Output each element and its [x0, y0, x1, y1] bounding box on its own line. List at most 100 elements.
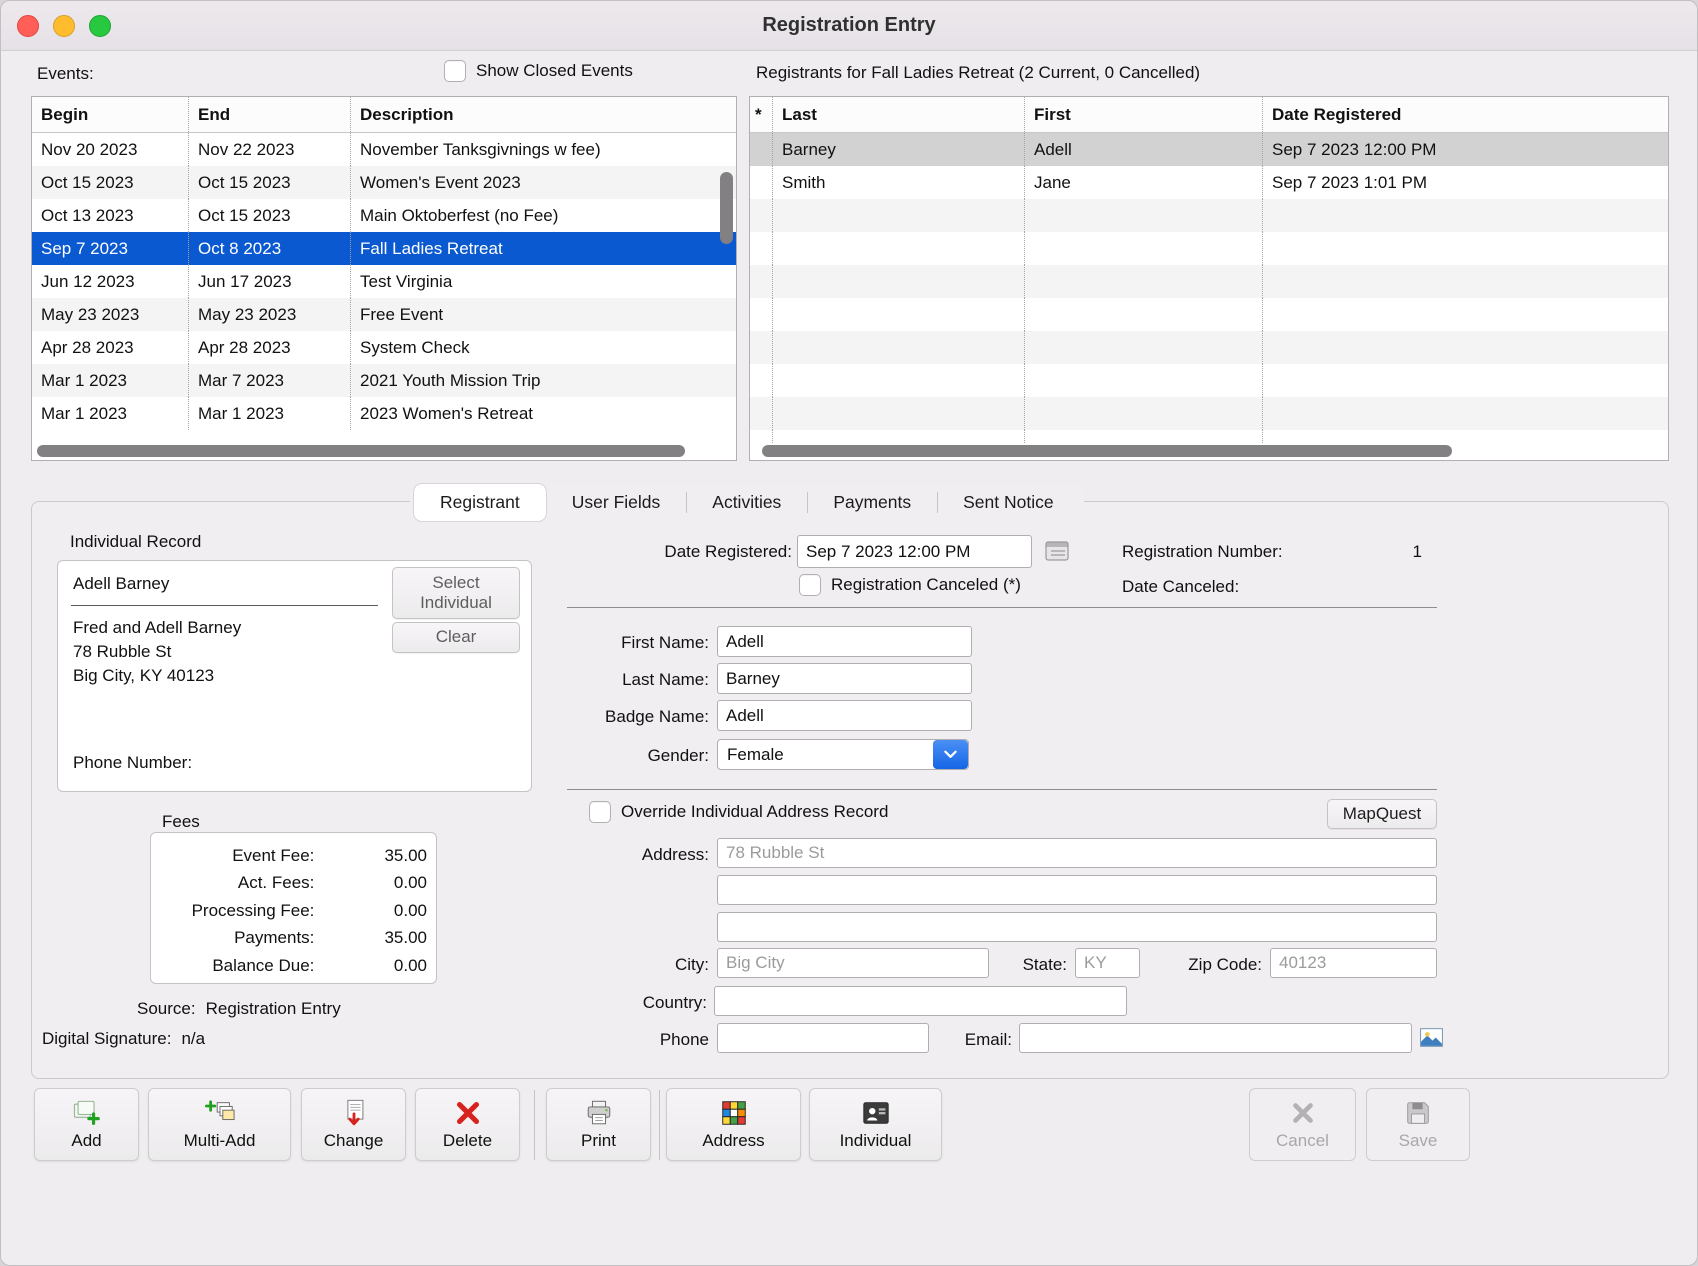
titlebar[interactable]: Registration Entry: [1, 1, 1697, 51]
save-button[interactable]: Save: [1366, 1088, 1470, 1161]
registrant-date-registered: Sep 7 2023 1:01 PM: [1262, 166, 1668, 199]
zoom-window-button[interactable]: [89, 15, 111, 37]
chevron-down-icon: [933, 740, 968, 769]
event-end-date: Oct 15 2023: [188, 166, 350, 199]
state-input[interactable]: [1075, 948, 1140, 978]
last-name-input[interactable]: [717, 663, 972, 694]
tab-user-fields[interactable]: User Fields: [546, 484, 687, 521]
registrant-row[interactable]: BarneyAdellSep 7 2023 12:00 PM: [750, 133, 1668, 166]
phone-input[interactable]: [717, 1023, 929, 1053]
registrants-table-body: BarneyAdellSep 7 2023 12:00 PMSmithJaneS…: [750, 133, 1668, 444]
registrant-empty-row: [750, 331, 1668, 364]
email-picture-icon[interactable]: [1419, 1025, 1444, 1050]
minimize-window-button[interactable]: [53, 15, 75, 37]
event-description: Women's Event 2023: [350, 166, 736, 199]
mapquest-button[interactable]: MapQuest: [1327, 799, 1437, 829]
events-table-body: Nov 20 2023Nov 22 2023November Tanksgivn…: [32, 133, 736, 444]
registration-canceled-checkbox[interactable]: [799, 574, 821, 596]
tab-activities[interactable]: Activities: [686, 484, 807, 521]
multi-add-button[interactable]: Multi-Add: [148, 1088, 291, 1161]
change-icon: [339, 1098, 369, 1128]
registrant-date-registered: [1262, 298, 1668, 331]
individual-button[interactable]: Individual: [809, 1088, 942, 1161]
event-row[interactable]: May 23 2023May 23 2023Free Event: [32, 298, 736, 331]
close-window-button[interactable]: [17, 15, 39, 37]
registrant-empty-row: [750, 232, 1668, 265]
registrant-first-name: [1024, 232, 1262, 265]
event-end-date: Oct 8 2023: [188, 232, 350, 265]
show-closed-events-checkbox[interactable]: [444, 60, 466, 82]
tab-registrant[interactable]: Registrant: [414, 484, 546, 521]
calendar-icon[interactable]: [1044, 539, 1070, 563]
toolbar-button-label: Individual: [840, 1131, 912, 1151]
registrants-column-star[interactable]: *: [750, 97, 772, 132]
registration-canceled-label: Registration Canceled (*): [831, 575, 1021, 595]
events-vertical-scrollbar-thumb[interactable]: [720, 172, 733, 244]
add-button[interactable]: Add: [34, 1088, 139, 1161]
registrants-column-last[interactable]: Last: [772, 97, 1024, 132]
gender-select[interactable]: Female: [717, 739, 969, 770]
events-column-end[interactable]: End: [188, 97, 350, 132]
toolbar-button-label: Address: [702, 1131, 764, 1151]
event-row[interactable]: Apr 28 2023Apr 28 2023System Check: [32, 331, 736, 364]
registrants-horizontal-scrollbar-thumb[interactable]: [762, 445, 1452, 457]
event-row[interactable]: Nov 20 2023Nov 22 2023November Tanksgivn…: [32, 133, 736, 166]
events-column-begin[interactable]: Begin: [32, 97, 188, 132]
badge-name-input[interactable]: [717, 700, 972, 731]
registrant-empty-row: [750, 265, 1668, 298]
event-row[interactable]: Jun 12 2023Jun 17 2023Test Virginia: [32, 265, 736, 298]
event-row[interactable]: Oct 13 2023Oct 15 2023Main Oktoberfest (…: [32, 199, 736, 232]
fee-label: Processing Fee:: [151, 901, 314, 921]
city-input[interactable]: [717, 948, 989, 978]
events-column-description[interactable]: Description: [350, 97, 736, 132]
date-registered-input[interactable]: [797, 535, 1032, 568]
event-description: 2023 Women's Retreat: [350, 397, 736, 430]
address-line3-input[interactable]: [717, 912, 1437, 942]
city-label: City:: [482, 955, 709, 975]
event-description: System Check: [350, 331, 736, 364]
tab-payments[interactable]: Payments: [807, 484, 937, 521]
registrant-last-name: [772, 331, 1024, 364]
registrant-last-name: [772, 364, 1024, 397]
registrant-date-registered: [1262, 397, 1668, 430]
delete-button[interactable]: Delete: [415, 1088, 520, 1161]
date-registered-label: Date Registered:: [567, 542, 792, 562]
email-input[interactable]: [1019, 1023, 1412, 1053]
override-address-checkbox[interactable]: [589, 801, 611, 823]
registrants-column-date[interactable]: Date Registered: [1262, 97, 1668, 132]
cancel-button[interactable]: Cancel: [1249, 1088, 1356, 1161]
fee-label: Balance Due:: [151, 956, 314, 976]
fees-label: Fees: [162, 812, 200, 832]
event-begin-date: Jun 12 2023: [32, 265, 188, 298]
change-button[interactable]: Change: [301, 1088, 406, 1161]
select-individual-button[interactable]: Select Individual: [392, 567, 520, 619]
address-line2-input[interactable]: [717, 875, 1437, 905]
event-row[interactable]: Mar 1 2023Mar 7 20232021 Youth Mission T…: [32, 364, 736, 397]
toolbar-button-label: Delete: [443, 1131, 492, 1151]
event-row[interactable]: Oct 15 2023Oct 15 2023Women's Event 2023: [32, 166, 736, 199]
zip-code-input[interactable]: [1270, 948, 1437, 978]
event-begin-date: Oct 15 2023: [32, 166, 188, 199]
divider: [567, 607, 1437, 608]
event-row[interactable]: Sep 7 2023Oct 8 2023Fall Ladies Retreat: [32, 232, 736, 265]
registrant-last-name: [772, 232, 1024, 265]
registrants-column-first[interactable]: First: [1024, 97, 1262, 132]
events-horizontal-scrollbar-thumb[interactable]: [37, 445, 685, 457]
event-row[interactable]: Mar 1 2023Mar 1 20232023 Women's Retreat: [32, 397, 736, 430]
address-label: Address:: [482, 845, 709, 865]
first-name-input[interactable]: [717, 626, 972, 657]
address-button[interactable]: Address: [666, 1088, 801, 1161]
toolbar-separator: [659, 1090, 660, 1160]
registrant-empty-row: [750, 199, 1668, 232]
window-content: Events: Show Closed Events Registrants f…: [1, 51, 1697, 1265]
country-input[interactable]: [714, 986, 1127, 1016]
registrant-date-registered: [1262, 331, 1668, 364]
registrant-last-name: [772, 430, 1024, 444]
window-title: Registration Entry: [762, 14, 935, 37]
tab-sent-notice[interactable]: Sent Notice: [937, 484, 1079, 521]
registrant-date-registered: [1262, 364, 1668, 397]
print-button[interactable]: Print: [546, 1088, 651, 1161]
address-line1-input[interactable]: [717, 838, 1437, 868]
registrants-title: Registrants for Fall Ladies Retreat (2 C…: [756, 63, 1200, 83]
registrant-row[interactable]: SmithJaneSep 7 2023 1:01 PM: [750, 166, 1668, 199]
